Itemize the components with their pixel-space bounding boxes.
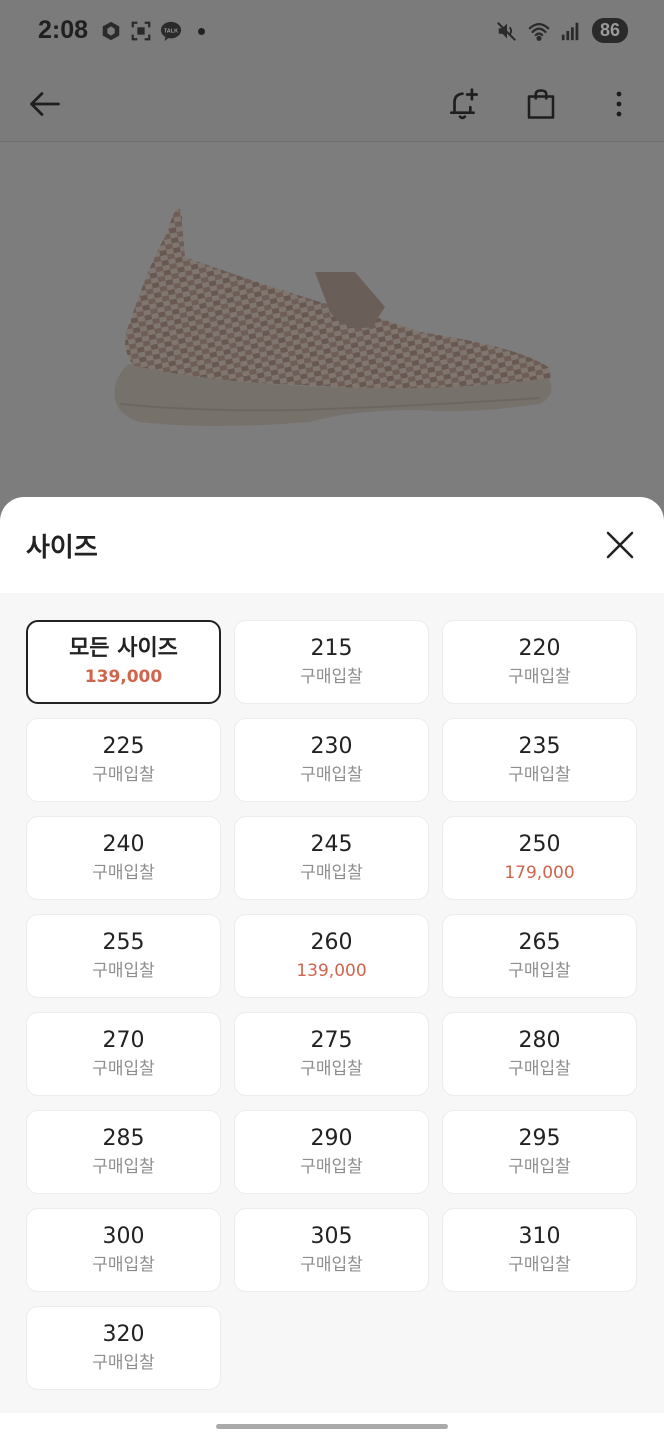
product-image (0, 142, 664, 502)
sneaker-image (114, 208, 552, 426)
battery-indicator: 86 (591, 18, 628, 43)
size-option[interactable]: 285 구매입찰 (26, 1110, 221, 1194)
size-option[interactable]: 305 구매입찰 (234, 1208, 429, 1292)
size-price: 139,000 (84, 667, 163, 687)
wifi-icon (528, 22, 550, 41)
restock-alert-button[interactable] (436, 76, 492, 132)
size-option[interactable]: 245 구매입찰 (234, 816, 429, 900)
size-label: 220 (518, 636, 561, 661)
close-button[interactable] (602, 527, 638, 563)
size-label: 225 (102, 734, 145, 759)
size-bid-status: 구매입찰 (508, 667, 571, 687)
size-label: 215 (310, 636, 353, 661)
size-bid-status: 구매입찰 (508, 765, 571, 785)
shopping-bag-icon (527, 89, 555, 119)
size-option[interactable]: 215 구매입찰 (234, 620, 429, 704)
more-options-button[interactable] (591, 76, 647, 132)
size-option[interactable]: 280 구매입찰 (442, 1012, 637, 1096)
size-option[interactable]: 275 구매입찰 (234, 1012, 429, 1096)
size-grid: 모든 사이즈 139,000 215 구매입찰 220 구매입찰 225 구매입찰 230 구매입… (26, 620, 637, 1390)
screenshot-icon (131, 21, 151, 41)
size-label: 230 (310, 734, 353, 759)
size-option[interactable]: 230 구매입찰 (234, 718, 429, 802)
size-option[interactable]: 295 구매입찰 (442, 1110, 637, 1194)
size-label: 275 (310, 1028, 353, 1053)
size-option[interactable]: 265 구매입찰 (442, 914, 637, 998)
size-label: 300 (102, 1224, 145, 1249)
size-label: 270 (102, 1028, 145, 1053)
talk-icon: TALK (160, 21, 182, 42)
size-label: 320 (102, 1322, 145, 1347)
size-bid-status: 구매입찰 (300, 1059, 363, 1079)
size-option[interactable]: 260 139,000 (234, 914, 429, 998)
size-price: 179,000 (504, 863, 575, 883)
status-bar: 2:08 TALK 86 (0, 0, 664, 64)
size-grid-container: 모든 사이즈 139,000 215 구매입찰 220 구매입찰 225 구매입찰 230 구매입… (0, 593, 664, 1413)
size-bid-status: 구매입찰 (92, 765, 155, 785)
size-option[interactable]: 220 구매입찰 (442, 620, 637, 704)
size-option[interactable]: 240 구매입찰 (26, 816, 221, 900)
size-option[interactable]: 310 구매입찰 (442, 1208, 637, 1292)
size-price: 139,000 (296, 961, 367, 981)
cart-button[interactable] (513, 76, 569, 132)
size-option[interactable]: 270 구매입찰 (26, 1012, 221, 1096)
size-label: 260 (310, 930, 353, 955)
size-label: 245 (310, 832, 353, 857)
size-label: 265 (518, 930, 561, 955)
size-option[interactable]: 320 구매입찰 (26, 1306, 221, 1390)
back-arrow-icon (30, 92, 60, 116)
size-label: 310 (518, 1224, 561, 1249)
size-option[interactable]: 225 구매입찰 (26, 718, 221, 802)
more-vertical-icon (616, 91, 622, 117)
size-label: 280 (518, 1028, 561, 1053)
size-option[interactable]: 모든 사이즈 139,000 (26, 620, 221, 704)
size-label: 250 (518, 832, 561, 857)
size-option[interactable]: 290 구매입찰 (234, 1110, 429, 1194)
size-bid-status: 구매입찰 (300, 765, 363, 785)
bell-plus-icon (449, 88, 479, 120)
notification-dot (198, 27, 205, 35)
size-label: 235 (518, 734, 561, 759)
size-bid-status: 구매입찰 (92, 1059, 155, 1079)
size-option[interactable]: 250 179,000 (442, 816, 637, 900)
size-bottom-sheet: 사이즈 모든 사이즈 139,000 215 구매입찰 220 구매입찰 225 구매입찰 23… (0, 497, 664, 1440)
status-time: 2:08 (38, 16, 89, 44)
signal-icon (561, 22, 579, 40)
size-bid-status: 구매입찰 (92, 1157, 155, 1177)
size-bid-status: 구매입찰 (300, 667, 363, 687)
size-bid-status: 구매입찰 (300, 1255, 363, 1275)
size-bid-status: 구매입찰 (508, 1157, 571, 1177)
svg-text:TALK: TALK (164, 28, 178, 34)
size-bid-status: 구매입찰 (300, 1157, 363, 1177)
size-bid-status: 구매입찰 (508, 1059, 571, 1079)
size-label: 290 (310, 1126, 353, 1151)
size-option[interactable]: 235 구매입찰 (442, 718, 637, 802)
size-label: 240 (102, 832, 145, 857)
size-bid-status: 구매입찰 (92, 961, 155, 981)
size-bid-status: 구매입찰 (92, 1353, 155, 1373)
status-icons-left: TALK (100, 20, 205, 42)
status-icons-right: 86 (496, 18, 628, 43)
size-option[interactable]: 255 구매입찰 (26, 914, 221, 998)
size-label: 255 (102, 930, 145, 955)
size-label: 285 (102, 1126, 145, 1151)
back-button[interactable] (17, 76, 73, 132)
size-label: 295 (518, 1126, 561, 1151)
size-bid-status: 구매입찰 (508, 1255, 571, 1275)
size-bid-status: 구매입찰 (508, 961, 571, 981)
home-indicator[interactable] (216, 1424, 448, 1429)
size-bid-status: 구매입찰 (300, 863, 363, 883)
size-label: 305 (310, 1224, 353, 1249)
sheet-title: 사이즈 (26, 533, 98, 563)
size-bid-status: 구매입찰 (92, 863, 155, 883)
size-bid-status: 구매입찰 (92, 1255, 155, 1275)
app-bar (0, 64, 664, 142)
size-label: 모든 사이즈 (69, 636, 178, 661)
size-option[interactable]: 300 구매입찰 (26, 1208, 221, 1292)
box-icon (102, 21, 120, 41)
close-icon (606, 531, 634, 559)
mute-icon (497, 21, 516, 41)
